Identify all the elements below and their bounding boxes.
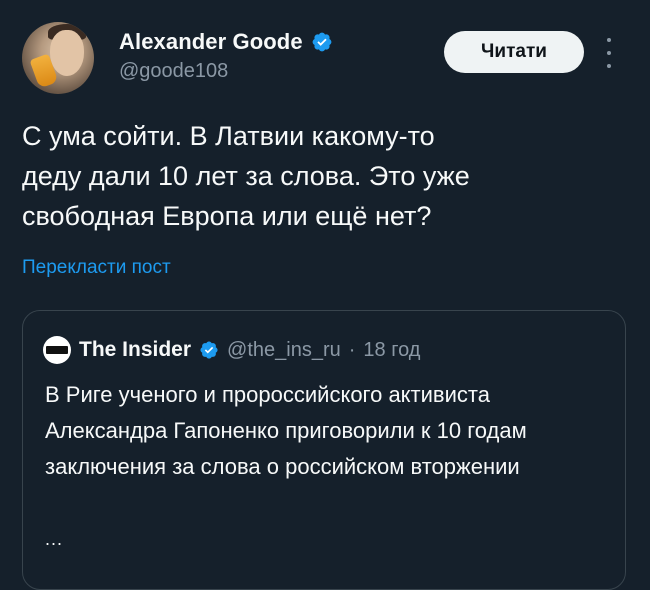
author-display-name[interactable]: Alexander Goode bbox=[119, 29, 303, 55]
more-options-icon[interactable] bbox=[603, 38, 615, 68]
verified-badge-icon bbox=[312, 32, 332, 52]
quoted-author-name: The Insider bbox=[79, 338, 192, 361]
the-insider-logo-icon bbox=[46, 346, 68, 354]
verified-badge-icon bbox=[200, 341, 218, 359]
avatar-face bbox=[50, 30, 84, 76]
quoted-tweet-ellipsis: ... bbox=[45, 529, 64, 549]
quoted-tweet-header: The Insider @the_ins_ru · 18 год bbox=[43, 336, 420, 364]
tweet-text: С ума сойти. В Латвии какому-то деду дал… bbox=[22, 121, 470, 231]
tweet-card: Alexander Goode @goode108 Читати С ума с… bbox=[0, 0, 650, 590]
quoted-tweet[interactable]: The Insider @the_ins_ru · 18 год В Риге … bbox=[22, 310, 626, 590]
more-dot bbox=[607, 38, 611, 42]
more-dot bbox=[607, 64, 611, 68]
translate-post-link[interactable]: Перекласти пост bbox=[22, 257, 171, 279]
quoted-author-avatar bbox=[43, 336, 71, 364]
quoted-timestamp: 18 год bbox=[363, 338, 421, 361]
author-handle[interactable]: @goode108 bbox=[119, 60, 228, 83]
author-avatar[interactable] bbox=[22, 22, 94, 94]
quoted-tweet-text: В Риге ученого и пророссийского активист… bbox=[45, 382, 527, 479]
quoted-author-handle: @the_ins_ru bbox=[227, 338, 341, 361]
more-dot bbox=[607, 51, 611, 55]
quoted-separator: · bbox=[348, 338, 356, 361]
author-name-row: Alexander Goode bbox=[119, 29, 333, 55]
follow-button[interactable]: Читати bbox=[444, 31, 584, 73]
